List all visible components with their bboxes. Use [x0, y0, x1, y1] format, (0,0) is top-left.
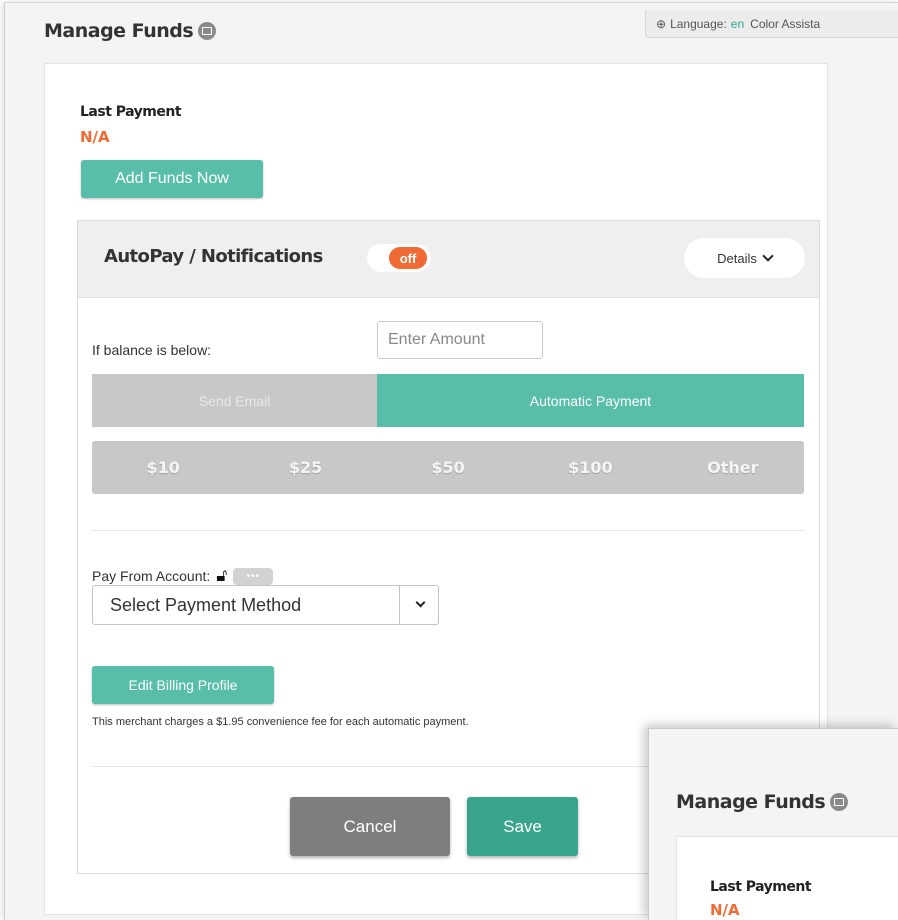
- overlay-last-payment-label: Last Payment: [710, 879, 812, 895]
- payment-method-value: Select Payment Method: [93, 586, 400, 624]
- edit-billing-profile-button[interactable]: Edit Billing Profile: [92, 666, 274, 704]
- autopay-title: AutoPay / Notifications: [104, 246, 323, 267]
- amount-option-25[interactable]: $25: [234, 441, 376, 494]
- convenience-fee-note: This merchant charges a $1.95 convenienc…: [92, 716, 469, 728]
- language-bar: ⊕ Language: en Color Assista: [645, 10, 898, 38]
- page-title-text: Manage Funds: [44, 20, 194, 42]
- overlay-title-text: Manage Funds: [676, 791, 826, 813]
- balance-below-label: If balance is below:: [92, 342, 212, 358]
- amount-option-10[interactable]: $10: [92, 441, 234, 494]
- divider: [92, 530, 804, 531]
- more-options-icon[interactable]: •••: [233, 567, 274, 585]
- amount-option-100[interactable]: $100: [519, 441, 661, 494]
- last-payment-label: Last Payment: [80, 104, 182, 120]
- pay-from-account: Pay From Account: 🔓︎ •••: [92, 566, 274, 586]
- cancel-button[interactable]: Cancel: [290, 797, 450, 856]
- save-button[interactable]: Save: [467, 797, 578, 856]
- language-code-link[interactable]: en: [731, 17, 744, 31]
- lock-icon[interactable]: 🔓︎: [216, 566, 227, 586]
- pay-from-label: Pay From Account:: [92, 568, 211, 584]
- page-title: Manage Funds: [44, 20, 217, 42]
- amount-input[interactable]: [377, 321, 543, 359]
- language-label: Language:: [670, 16, 727, 31]
- amount-option-other[interactable]: Other: [662, 441, 804, 494]
- globe-icon: ⊕: [656, 16, 667, 31]
- details-button[interactable]: Details: [684, 238, 805, 278]
- details-label: Details: [717, 250, 757, 266]
- amount-option-50[interactable]: $50: [377, 441, 519, 494]
- last-payment-value: N/A: [80, 128, 110, 146]
- overlay-last-payment-value: N/A: [710, 901, 740, 919]
- video-icon[interactable]: [198, 22, 217, 40]
- amount-options: $10 $25 $50 $100 Other: [92, 441, 804, 494]
- chevron-down-icon: [762, 249, 774, 262]
- video-icon[interactable]: [830, 793, 849, 811]
- send-email-option[interactable]: Send Email: [92, 374, 377, 427]
- overlay-window: Manage Funds Last Payment N/A: [648, 728, 898, 920]
- autopay-toggle-state[interactable]: off: [389, 247, 427, 269]
- overlay-title: Manage Funds: [676, 791, 849, 813]
- automatic-payment-option[interactable]: Automatic Payment: [377, 374, 804, 427]
- select-arrow[interactable]: [400, 586, 438, 624]
- chevron-down-icon: [415, 597, 426, 608]
- payment-method-select[interactable]: Select Payment Method: [92, 585, 439, 625]
- color-assist-link[interactable]: Color Assista: [750, 17, 820, 31]
- add-funds-button[interactable]: Add Funds Now: [81, 160, 263, 198]
